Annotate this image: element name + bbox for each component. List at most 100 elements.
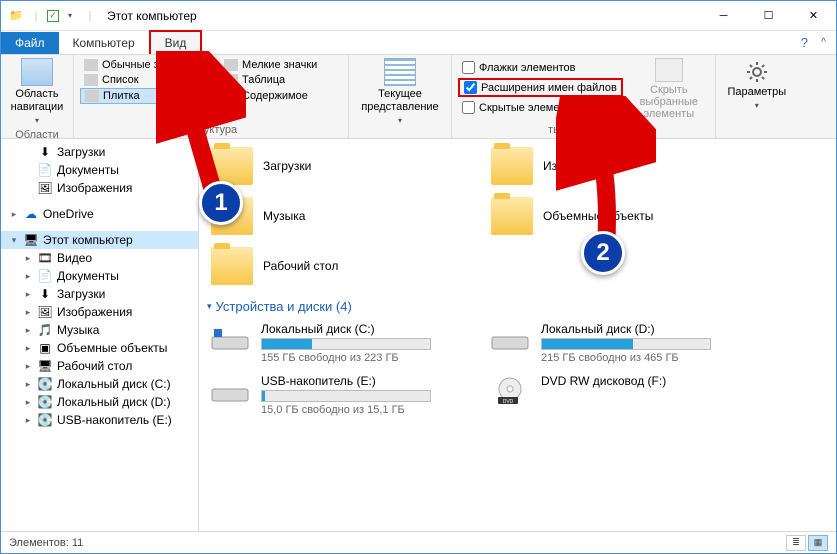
cube-icon: ▣ bbox=[37, 341, 53, 355]
list-icon bbox=[84, 74, 98, 86]
maximize-button[interactable]: ☐ bbox=[746, 1, 791, 30]
layout-content[interactable]: Содержимое bbox=[220, 88, 342, 104]
status-bar: Элементов: 11 ≣ ▦ bbox=[1, 531, 836, 553]
tree-desktop[interactable]: ▸🖥Рабочий стол bbox=[1, 357, 198, 375]
usage-bar bbox=[261, 338, 431, 350]
tree-3d-objects[interactable]: ▸▣Объемные объекты bbox=[1, 339, 198, 357]
chevron-right-icon[interactable]: ▸ bbox=[9, 209, 19, 220]
navigation-tree[interactable]: ⬇Загрузки 📄Документы 🖼Изображения ▸☁OneD… bbox=[1, 139, 199, 531]
tree-onedrive[interactable]: ▸☁OneDrive bbox=[1, 205, 198, 223]
check-file-extensions[interactable]: Расширения имен файлов bbox=[458, 78, 623, 97]
content-pane[interactable]: Загрузки Изображения Музыка Объемные объ… bbox=[199, 139, 836, 531]
check-item-checkboxes[interactable]: Флажки элементов bbox=[458, 60, 623, 75]
current-view-label: Текущее представление bbox=[355, 88, 445, 114]
folder-item[interactable]: Музыка bbox=[207, 193, 467, 239]
drive-item-f[interactable]: DVD DVD RW дисковод (F:) bbox=[487, 372, 747, 418]
layout-tiles[interactable]: Плитка bbox=[80, 88, 212, 104]
layout-table[interactable]: Таблица bbox=[220, 73, 342, 87]
group-label-panes: Области bbox=[7, 127, 67, 143]
tree-videos[interactable]: ▸🎞Видео bbox=[1, 249, 198, 267]
tree-this-pc[interactable]: ▾🖥Этот компьютер bbox=[1, 231, 198, 249]
music-icon: 🎵 bbox=[37, 323, 53, 337]
tab-computer[interactable]: Компьютер bbox=[59, 32, 149, 54]
folder-item[interactable]: Рабочий стол bbox=[207, 243, 467, 289]
cloud-icon: ☁ bbox=[23, 207, 39, 221]
checkbox-item-checkboxes[interactable] bbox=[462, 61, 475, 74]
layout-small-icons[interactable]: Мелкие значки bbox=[220, 58, 342, 72]
help-icon[interactable]: ? bbox=[801, 35, 808, 50]
folder-item[interactable]: Изображения bbox=[487, 143, 747, 189]
tree-pictures-2[interactable]: ▸🖼Изображения bbox=[1, 303, 198, 321]
checkbox-hidden-items[interactable] bbox=[462, 101, 475, 114]
desktop-icon: 🖥 bbox=[37, 359, 53, 373]
hdd-icon bbox=[209, 322, 251, 356]
drive-icon: 💽 bbox=[37, 377, 53, 391]
qat-dropdown-icon[interactable]: ▾ bbox=[61, 7, 79, 25]
ribbon: Область навигации ▾ Области Обычные знач… bbox=[1, 55, 836, 139]
ribbon-group-show-hide: Флажки элементов Расширения имен файлов … bbox=[452, 55, 716, 138]
drive-item-e[interactable]: USB-накопитель (E:)15,0 ГБ свободно из 1… bbox=[207, 372, 467, 418]
hide-selected-button[interactable]: Скрыть выбранные элементы bbox=[629, 58, 709, 120]
parameters-button[interactable]: Параметры ▾ bbox=[722, 58, 792, 112]
chevron-down-icon[interactable]: ▾ bbox=[9, 235, 19, 246]
usb-icon: 💽 bbox=[37, 413, 53, 427]
ribbon-group-current-view: Текущее представление ▾ bbox=[349, 55, 452, 138]
picture-icon: 🖼 bbox=[37, 181, 53, 195]
folder-item[interactable]: Объемные объекты bbox=[487, 193, 747, 239]
folder-item[interactable]: Загрузки bbox=[207, 143, 467, 189]
checkbox-file-extensions[interactable] bbox=[464, 81, 477, 94]
tree-local-c[interactable]: ▸💽Локальный диск (C:) bbox=[1, 375, 198, 393]
tiles-view-button[interactable]: ▦ bbox=[808, 535, 828, 551]
drive-icon: 💽 bbox=[37, 395, 53, 409]
layout-normal-icons[interactable]: Обычные значки bbox=[80, 58, 212, 72]
dvd-icon: DVD bbox=[489, 374, 531, 408]
usb-drive-icon bbox=[209, 374, 251, 408]
current-view-button[interactable]: Текущее представление ▾ bbox=[355, 58, 445, 127]
folder-icon bbox=[491, 197, 533, 235]
tree-downloads-2[interactable]: ▸⬇Загрузки bbox=[1, 285, 198, 303]
tiles-icon bbox=[85, 90, 99, 102]
window-controls: ─ ☐ ✕ bbox=[701, 1, 836, 30]
collapse-ribbon-icon[interactable]: ^ bbox=[821, 37, 826, 48]
qat-separator2: | bbox=[81, 7, 99, 25]
folders-grid: Загрузки Изображения Музыка Объемные объ… bbox=[207, 143, 828, 289]
tree-music[interactable]: ▸🎵Музыка bbox=[1, 321, 198, 339]
layout-list[interactable]: Список bbox=[80, 73, 212, 87]
tree-downloads[interactable]: ⬇Загрузки bbox=[1, 143, 198, 161]
drive-item-d[interactable]: Локальный диск (D:)215 ГБ свободно из 46… bbox=[487, 320, 747, 366]
navigation-pane-button[interactable]: Область навигации ▾ bbox=[7, 58, 67, 127]
close-button[interactable]: ✕ bbox=[791, 1, 836, 30]
ribbon-group-panes: Область навигации ▾ Области bbox=[1, 55, 74, 138]
download-icon: ⬇ bbox=[37, 287, 53, 301]
drive-item-c[interactable]: Локальный диск (C:)155 ГБ свободно из 22… bbox=[207, 320, 467, 366]
video-icon: 🎞 bbox=[37, 251, 53, 265]
tree-documents-2[interactable]: ▸📄Документы bbox=[1, 267, 198, 285]
normal-icons-icon bbox=[84, 59, 98, 71]
drives-section-header[interactable]: ▾Устройства и диски (4) bbox=[207, 299, 828, 314]
explorer-body: ⬇Загрузки 📄Документы 🖼Изображения ▸☁OneD… bbox=[1, 139, 836, 531]
tree-pictures[interactable]: 🖼Изображения bbox=[1, 179, 198, 197]
tab-file[interactable]: Файл bbox=[1, 32, 59, 54]
content-icon bbox=[224, 90, 238, 102]
minimize-button[interactable]: ─ bbox=[701, 1, 746, 30]
tree-local-d[interactable]: ▸💽Локальный диск (D:) bbox=[1, 393, 198, 411]
pc-icon: 🖥 bbox=[23, 233, 39, 247]
show-hide-checks: Флажки элементов Расширения имен файлов … bbox=[458, 58, 623, 120]
ribbon-group-parameters: Параметры ▾ bbox=[716, 55, 798, 138]
tree-documents[interactable]: 📄Документы bbox=[1, 161, 198, 179]
parameters-label: Параметры bbox=[722, 86, 792, 99]
document-icon: 📄 bbox=[37, 269, 53, 283]
folder-icon bbox=[211, 247, 253, 285]
details-view-button[interactable]: ≣ bbox=[786, 535, 806, 551]
tab-view[interactable]: Вид bbox=[149, 30, 203, 54]
group-label-layout: Структура bbox=[80, 122, 342, 138]
view-mode-buttons: ≣ ▦ bbox=[786, 535, 828, 551]
hdd-icon bbox=[489, 322, 531, 356]
folder-icon bbox=[491, 147, 533, 185]
qat-checkbox-icon[interactable]: ✓ bbox=[47, 10, 59, 22]
download-icon: ⬇ bbox=[37, 145, 53, 159]
tree-usb-e[interactable]: ▸💽USB-накопитель (E:) bbox=[1, 411, 198, 429]
qat-separator: | bbox=[27, 7, 45, 25]
explorer-icon: 📁 bbox=[7, 7, 25, 25]
check-hidden-items[interactable]: Скрытые элементы bbox=[458, 100, 623, 115]
